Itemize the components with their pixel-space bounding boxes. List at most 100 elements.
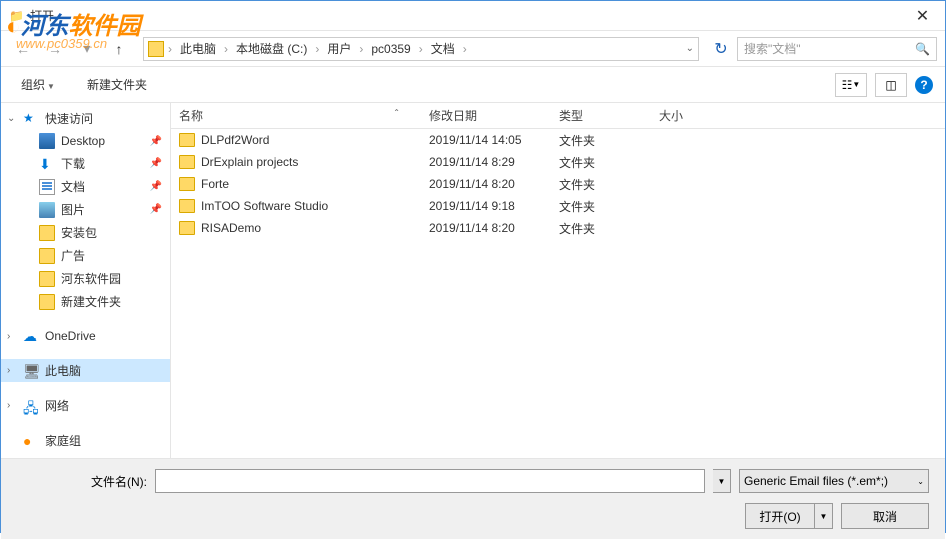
sidebar-homegroup[interactable]: ● 家庭组 [1, 429, 170, 452]
breadcrumb[interactable]: › 此电脑 › 本地磁盘 (C:) › 用户 › pc0359 › 文档 › ⌄ [143, 37, 699, 61]
sidebar-quick-access[interactable]: ⌄ ★ 快速访问 [1, 107, 170, 130]
file-type: 文件夹 [551, 216, 651, 241]
file-name: ImTOO Software Studio [201, 199, 328, 213]
navigation-bar: ← → ▾ ↑ › 此电脑 › 本地磁盘 (C:) › 用户 › pc0359 … [1, 31, 945, 67]
window-title: 打开 [30, 7, 54, 24]
desktop-icon [39, 133, 55, 149]
file-size [651, 180, 731, 188]
breadcrumb-item[interactable]: 本地磁盘 (C:) [232, 40, 311, 57]
back-button[interactable]: ← [9, 35, 37, 63]
folder-icon [179, 133, 195, 147]
pic-icon [39, 202, 55, 218]
organize-menu[interactable]: 组织▼ [13, 72, 63, 97]
pin-icon: 📌 [150, 136, 162, 147]
sidebar-item[interactable]: 安装包 [1, 221, 170, 244]
sidebar-item-label: 此电脑 [45, 362, 81, 379]
sidebar-this-pc[interactable]: › 🖥 此电脑 [1, 359, 170, 382]
expand-icon[interactable]: ⌄ [7, 113, 15, 124]
expand-icon[interactable]: › [7, 365, 10, 376]
new-folder-button[interactable]: 新建文件夹 [79, 72, 155, 97]
up-button[interactable]: ↑ [105, 35, 133, 63]
sidebar-item[interactable]: 河东软件园 [1, 267, 170, 290]
sidebar-item-label: 网络 [45, 397, 69, 414]
sidebar-item[interactable]: Desktop📌 [1, 130, 170, 152]
search-input[interactable]: 搜索"文档" 🔍 [737, 37, 937, 61]
file-size [651, 158, 731, 166]
homegroup-icon: ● [23, 433, 39, 449]
folder-icon [179, 155, 195, 169]
filename-dropdown[interactable]: ▼ [713, 469, 731, 493]
file-date: 2019/11/14 8:20 [421, 173, 551, 195]
star-icon: ★ [23, 111, 39, 127]
sidebar-item-label: OneDrive [45, 329, 96, 343]
column-name[interactable]: 名称⌃ [171, 103, 421, 128]
sidebar-item[interactable]: 新建文件夹 [1, 290, 170, 313]
sidebar-item-label: 下载 [61, 155, 85, 172]
folder-icon [179, 177, 195, 191]
app-icon: 📁 [9, 9, 24, 23]
refresh-button[interactable]: ↻ [709, 37, 733, 61]
file-name: RISADemo [201, 221, 261, 235]
sidebar-item[interactable]: ⬇ 下载 📌 [1, 152, 170, 175]
pc-icon: 🖥 [23, 363, 39, 379]
titlebar: 📁 打开 ✕ [1, 1, 945, 31]
file-row[interactable]: ImTOO Software Studio2019/11/14 9:18文件夹 [171, 195, 945, 217]
toolbar: 组织▼ 新建文件夹 ☷▼ ◫ ? [1, 67, 945, 103]
folder-icon [39, 294, 55, 310]
doc-icon [39, 179, 55, 195]
forward-button[interactable]: → [41, 35, 69, 63]
file-row[interactable]: Forte2019/11/14 8:20文件夹 [171, 173, 945, 195]
file-row[interactable]: DrExplain projects2019/11/14 8:29文件夹 [171, 151, 945, 173]
pin-icon: 📌 [150, 204, 162, 215]
folder-icon [39, 225, 55, 241]
open-button[interactable]: 打开(O) ▼ [745, 503, 833, 529]
column-size[interactable]: 大小 [651, 103, 731, 128]
sidebar-item-label: 新建文件夹 [61, 293, 121, 310]
file-name: Forte [201, 177, 229, 191]
preview-pane-button[interactable]: ◫ [875, 73, 907, 97]
breadcrumb-item[interactable]: pc0359 [367, 42, 414, 56]
sidebar-item-label: 安装包 [61, 224, 97, 241]
file-name: DLPdf2Word [201, 133, 269, 147]
file-row[interactable]: RISADemo2019/11/14 8:20文件夹 [171, 217, 945, 239]
column-date[interactable]: 修改日期 [421, 103, 551, 128]
folder-icon [39, 248, 55, 264]
sidebar-item[interactable]: 文档 📌 [1, 175, 170, 198]
file-name: DrExplain projects [201, 155, 298, 169]
sidebar-network[interactable]: › 🖧 网络 [1, 394, 170, 417]
pin-icon: 📌 [150, 181, 162, 192]
column-headers: 名称⌃ 修改日期 类型 大小 [171, 103, 945, 129]
column-type[interactable]: 类型 [551, 103, 651, 128]
search-placeholder: 搜索"文档" [744, 40, 801, 57]
sidebar-onedrive[interactable]: › ☁ OneDrive [1, 325, 170, 347]
pin-icon: 📌 [150, 158, 162, 169]
file-size [651, 136, 731, 144]
view-options-button[interactable]: ☷▼ [835, 73, 867, 97]
cancel-button[interactable]: 取消 [841, 503, 929, 529]
onedrive-icon: ☁ [23, 328, 39, 344]
file-size [651, 224, 731, 232]
file-row[interactable]: DLPdf2Word2019/11/14 14:05文件夹 [171, 129, 945, 151]
filetype-select[interactable]: Generic Email files (*.em*;)⌄ [739, 469, 929, 493]
close-button[interactable]: ✕ [900, 1, 945, 31]
breadcrumb-item[interactable]: 用户 [323, 40, 355, 57]
expand-icon[interactable]: › [7, 400, 10, 411]
breadcrumb-item[interactable]: 此电脑 [176, 40, 220, 57]
sidebar-item[interactable]: 广告 [1, 244, 170, 267]
filename-input[interactable] [155, 469, 705, 493]
sidebar-item-label: 文档 [61, 178, 85, 195]
breadcrumb-dropdown-icon[interactable]: ⌄ [686, 43, 694, 54]
history-dropdown[interactable]: ▾ [73, 35, 101, 63]
download-icon: ⬇ [39, 156, 55, 172]
folder-icon [148, 41, 164, 57]
breadcrumb-item[interactable]: 文档 [427, 40, 459, 57]
sidebar-item-label: 广告 [61, 247, 85, 264]
file-date: 2019/11/14 8:29 [421, 151, 551, 173]
sidebar-item[interactable]: 图片📌 [1, 198, 170, 221]
sidebar-item-label: 家庭组 [45, 432, 81, 449]
sort-icon: ⌃ [393, 108, 400, 117]
expand-icon[interactable]: › [7, 331, 10, 342]
folder-icon [39, 271, 55, 287]
open-dropdown[interactable]: ▼ [814, 504, 832, 528]
help-icon[interactable]: ? [915, 76, 933, 94]
